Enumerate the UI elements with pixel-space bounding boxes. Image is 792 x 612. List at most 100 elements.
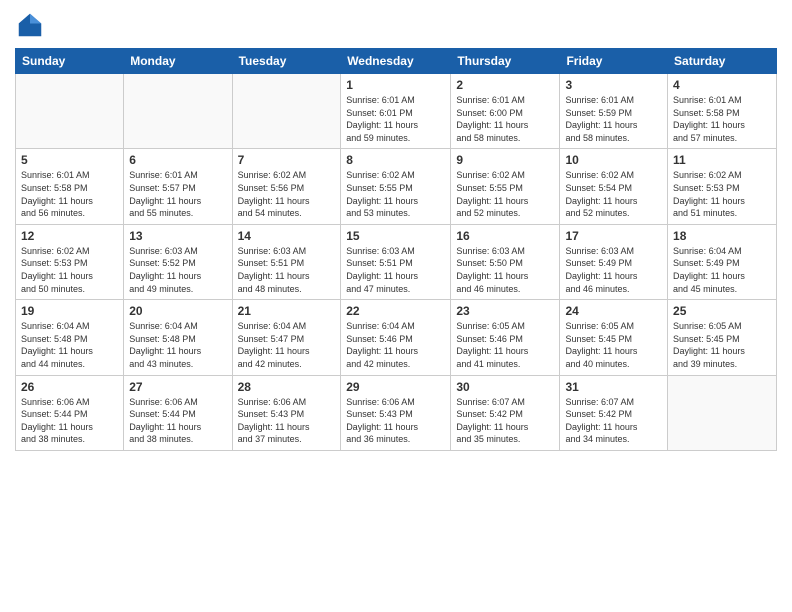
day-info: Sunrise: 6:03 AM Sunset: 5:51 PM Dayligh… (346, 245, 445, 295)
day-info: Sunrise: 6:02 AM Sunset: 5:53 PM Dayligh… (673, 169, 771, 219)
calendar-cell (232, 74, 341, 149)
day-info: Sunrise: 6:04 AM Sunset: 5:49 PM Dayligh… (673, 245, 771, 295)
day-number: 7 (238, 153, 336, 167)
day-number: 1 (346, 78, 445, 92)
day-info: Sunrise: 6:06 AM Sunset: 5:44 PM Dayligh… (21, 396, 118, 446)
day-number: 16 (456, 229, 554, 243)
day-number: 2 (456, 78, 554, 92)
calendar-cell: 14 Sunrise: 6:03 AM Sunset: 5:51 PM Dayli… (232, 224, 341, 299)
calendar-day-header: Wednesday (341, 49, 451, 74)
day-number: 6 (129, 153, 226, 167)
day-number: 17 (565, 229, 662, 243)
day-number: 30 (456, 380, 554, 394)
day-info: Sunrise: 6:01 AM Sunset: 5:59 PM Dayligh… (565, 94, 662, 144)
calendar-day-header: Sunday (16, 49, 124, 74)
day-info: Sunrise: 6:01 AM Sunset: 6:01 PM Dayligh… (346, 94, 445, 144)
calendar-cell: 20 Sunrise: 6:04 AM Sunset: 5:48 PM Dayli… (124, 300, 232, 375)
calendar-cell: 9 Sunrise: 6:02 AM Sunset: 5:55 PM Daylig… (451, 149, 560, 224)
day-number: 10 (565, 153, 662, 167)
day-number: 11 (673, 153, 771, 167)
calendar-cell: 21 Sunrise: 6:04 AM Sunset: 5:47 PM Dayli… (232, 300, 341, 375)
day-number: 4 (673, 78, 771, 92)
day-info: Sunrise: 6:06 AM Sunset: 5:43 PM Dayligh… (346, 396, 445, 446)
day-info: Sunrise: 6:02 AM Sunset: 5:54 PM Dayligh… (565, 169, 662, 219)
calendar-cell: 25 Sunrise: 6:05 AM Sunset: 5:45 PM Dayli… (668, 300, 777, 375)
day-number: 21 (238, 304, 336, 318)
calendar-cell: 16 Sunrise: 6:03 AM Sunset: 5:50 PM Dayli… (451, 224, 560, 299)
day-number: 25 (673, 304, 771, 318)
calendar-cell: 1 Sunrise: 6:01 AM Sunset: 6:01 PM Daylig… (341, 74, 451, 149)
calendar-header-row: SundayMondayTuesdayWednesdayThursdayFrid… (16, 49, 777, 74)
calendar-cell: 29 Sunrise: 6:06 AM Sunset: 5:43 PM Dayli… (341, 375, 451, 450)
calendar-cell: 23 Sunrise: 6:05 AM Sunset: 5:46 PM Dayli… (451, 300, 560, 375)
day-number: 8 (346, 153, 445, 167)
calendar-cell: 17 Sunrise: 6:03 AM Sunset: 5:49 PM Dayli… (560, 224, 668, 299)
calendar-week-row: 26 Sunrise: 6:06 AM Sunset: 5:44 PM Dayli… (16, 375, 777, 450)
calendar-cell (668, 375, 777, 450)
day-info: Sunrise: 6:03 AM Sunset: 5:49 PM Dayligh… (565, 245, 662, 295)
calendar-day-header: Saturday (668, 49, 777, 74)
calendar-cell: 18 Sunrise: 6:04 AM Sunset: 5:49 PM Dayli… (668, 224, 777, 299)
day-info: Sunrise: 6:06 AM Sunset: 5:43 PM Dayligh… (238, 396, 336, 446)
day-info: Sunrise: 6:06 AM Sunset: 5:44 PM Dayligh… (129, 396, 226, 446)
logo-icon (15, 10, 45, 40)
day-number: 28 (238, 380, 336, 394)
day-number: 29 (346, 380, 445, 394)
day-info: Sunrise: 6:07 AM Sunset: 5:42 PM Dayligh… (565, 396, 662, 446)
calendar-cell: 26 Sunrise: 6:06 AM Sunset: 5:44 PM Dayli… (16, 375, 124, 450)
calendar-day-header: Tuesday (232, 49, 341, 74)
day-number: 26 (21, 380, 118, 394)
day-info: Sunrise: 6:01 AM Sunset: 5:57 PM Dayligh… (129, 169, 226, 219)
calendar-cell: 7 Sunrise: 6:02 AM Sunset: 5:56 PM Daylig… (232, 149, 341, 224)
day-number: 15 (346, 229, 445, 243)
calendar-day-header: Thursday (451, 49, 560, 74)
day-info: Sunrise: 6:03 AM Sunset: 5:51 PM Dayligh… (238, 245, 336, 295)
day-number: 5 (21, 153, 118, 167)
day-number: 20 (129, 304, 226, 318)
day-number: 12 (21, 229, 118, 243)
calendar-cell: 11 Sunrise: 6:02 AM Sunset: 5:53 PM Dayli… (668, 149, 777, 224)
calendar-cell: 31 Sunrise: 6:07 AM Sunset: 5:42 PM Dayli… (560, 375, 668, 450)
day-info: Sunrise: 6:05 AM Sunset: 5:46 PM Dayligh… (456, 320, 554, 370)
day-info: Sunrise: 6:04 AM Sunset: 5:46 PM Dayligh… (346, 320, 445, 370)
day-number: 9 (456, 153, 554, 167)
logo (15, 10, 49, 40)
day-number: 31 (565, 380, 662, 394)
day-info: Sunrise: 6:02 AM Sunset: 5:55 PM Dayligh… (346, 169, 445, 219)
calendar-day-header: Monday (124, 49, 232, 74)
calendar-cell: 2 Sunrise: 6:01 AM Sunset: 6:00 PM Daylig… (451, 74, 560, 149)
day-info: Sunrise: 6:07 AM Sunset: 5:42 PM Dayligh… (456, 396, 554, 446)
calendar-cell: 15 Sunrise: 6:03 AM Sunset: 5:51 PM Dayli… (341, 224, 451, 299)
day-info: Sunrise: 6:01 AM Sunset: 5:58 PM Dayligh… (21, 169, 118, 219)
calendar-week-row: 5 Sunrise: 6:01 AM Sunset: 5:58 PM Daylig… (16, 149, 777, 224)
day-number: 3 (565, 78, 662, 92)
calendar-cell: 19 Sunrise: 6:04 AM Sunset: 5:48 PM Dayli… (16, 300, 124, 375)
calendar-cell (124, 74, 232, 149)
day-number: 22 (346, 304, 445, 318)
calendar-table: SundayMondayTuesdayWednesdayThursdayFrid… (15, 48, 777, 451)
day-number: 23 (456, 304, 554, 318)
day-number: 18 (673, 229, 771, 243)
day-number: 24 (565, 304, 662, 318)
day-number: 27 (129, 380, 226, 394)
calendar-cell: 13Sunrise: 6:03 AM Sunset: 5:52 PM Dayli… (124, 224, 232, 299)
calendar-cell: 12Sunrise: 6:02 AM Sunset: 5:53 PM Dayli… (16, 224, 124, 299)
day-info: Sunrise: 6:02 AM Sunset: 5:56 PM Dayligh… (238, 169, 336, 219)
day-number: 19 (21, 304, 118, 318)
calendar-cell: 5 Sunrise: 6:01 AM Sunset: 5:58 PM Daylig… (16, 149, 124, 224)
day-info: Sunrise: 6:01 AM Sunset: 6:00 PM Dayligh… (456, 94, 554, 144)
day-info: Sunrise: 6:05 AM Sunset: 5:45 PM Dayligh… (673, 320, 771, 370)
day-info: Sunrise: 6:04 AM Sunset: 5:47 PM Dayligh… (238, 320, 336, 370)
calendar-cell: 28 Sunrise: 6:06 AM Sunset: 5:43 PM Dayli… (232, 375, 341, 450)
page-container: SundayMondayTuesdayWednesdayThursdayFrid… (0, 0, 792, 461)
calendar-cell: 10 Sunrise: 6:02 AM Sunset: 5:54 PM Dayli… (560, 149, 668, 224)
day-info: Sunrise: 6:04 AM Sunset: 5:48 PM Dayligh… (129, 320, 226, 370)
calendar-cell: 4Sunrise: 6:01 AM Sunset: 5:58 PM Daylig… (668, 74, 777, 149)
day-info: Sunrise: 6:03 AM Sunset: 5:50 PM Dayligh… (456, 245, 554, 295)
day-info: Sunrise: 6:02 AM Sunset: 5:55 PM Dayligh… (456, 169, 554, 219)
calendar-cell: 3 Sunrise: 6:01 AM Sunset: 5:59 PM Daylig… (560, 74, 668, 149)
day-number: 14 (238, 229, 336, 243)
calendar-cell: 24Sunrise: 6:05 AM Sunset: 5:45 PM Dayli… (560, 300, 668, 375)
day-info: Sunrise: 6:04 AM Sunset: 5:48 PM Dayligh… (21, 320, 118, 370)
calendar-week-row: 12Sunrise: 6:02 AM Sunset: 5:53 PM Dayli… (16, 224, 777, 299)
